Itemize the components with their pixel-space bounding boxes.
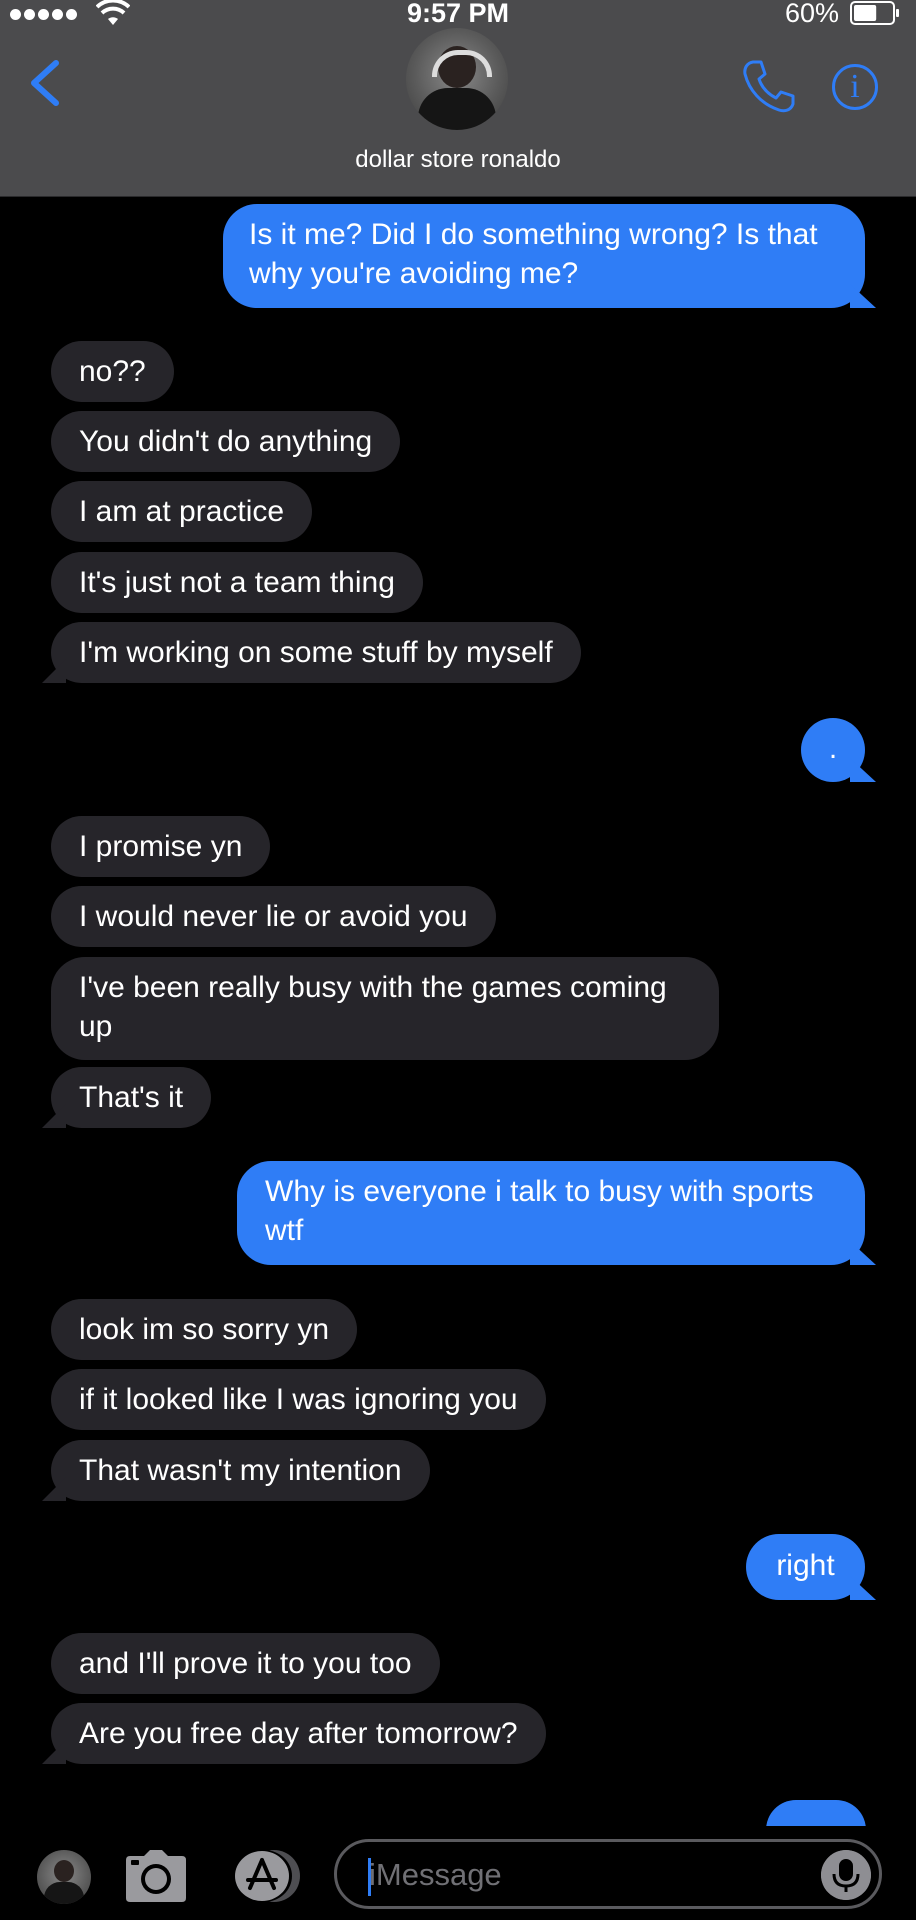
message-text: and I'll prove it to you too [79,1647,412,1680]
contact-name[interactable]: dollar store ronaldo [0,146,916,174]
phone-icon[interactable] [741,58,795,114]
status-bar: 9:57 PM 60% [0,0,916,30]
message-text: Are you free day after tomorrow? [79,1717,518,1750]
message-bubble-received[interactable]: no?? [51,341,174,402]
message-bubble-sent[interactable]: Why is everyone i talk to busy with spor… [237,1161,865,1265]
message-bubble-cropped [766,1800,866,1826]
microphone-icon[interactable] [821,1850,871,1900]
info-icon[interactable]: i [832,64,878,110]
app-store-icon[interactable] [228,1848,302,1904]
message-text: no?? [79,355,146,388]
message-input-container[interactable] [334,1839,882,1909]
message-bubble-received[interactable]: if it looked like I was ignoring you [51,1369,546,1430]
status-time: 9:57 PM [406,0,510,28]
message-list[interactable]: Is it me? Did I do something wrong? Is t… [0,196,916,1826]
message-bubble-received[interactable]: You didn't do anything [51,411,401,472]
message-input[interactable] [367,1850,811,1900]
message-bubble-sent[interactable]: . [801,718,865,782]
message-bubble-received[interactable]: I've been really busy with the games com… [51,957,719,1060]
message-bubble-received[interactable]: That's it [51,1067,212,1128]
message-bubble-received[interactable]: and I'll prove it to you too [51,1633,440,1694]
message-text: Is it me? Did I do something wrong? Is t… [249,218,818,290]
message-bubble-received[interactable]: That wasn't my intention [51,1440,430,1501]
battery-percentage: 60% [784,0,839,28]
message-bubble-received[interactable]: I'm working on some stuff by myself [51,622,581,683]
contact-avatar[interactable] [406,28,508,130]
battery-icon [850,1,899,25]
back-chevron-icon[interactable] [26,55,66,111]
message-bubble-sent[interactable]: Is it me? Did I do something wrong? Is t… [223,204,865,308]
message-text: That wasn't my intention [79,1454,402,1487]
message-text: right [776,1549,835,1582]
message-bubble-received[interactable]: It's just not a team thing [51,552,423,613]
compose-bar [0,1826,916,1920]
camera-icon[interactable] [124,1848,188,1904]
message-text: if it looked like I was ignoring you [79,1383,518,1416]
conversation-header: 9:57 PM 60% dollar store ronaldo i [0,0,916,197]
message-text: I would never lie or avoid you [79,900,468,933]
message-text: I am at practice [79,495,285,528]
message-text: I'm working on some stuff by myself [79,636,553,669]
message-bubble-sent[interactable]: right [746,1534,865,1600]
message-bubble-received[interactable]: I would never lie or avoid you [51,886,496,947]
memoji-avatar-button[interactable] [37,1850,91,1904]
message-text: It's just not a team thing [79,566,395,599]
message-text: . [828,732,838,765]
message-text: Why is everyone i talk to busy with spor… [265,1175,814,1247]
message-bubble-received[interactable]: I am at practice [51,481,313,542]
message-text: I promise yn [79,830,243,863]
message-text: That's it [79,1081,184,1114]
message-text: You didn't do anything [79,425,373,458]
message-bubble-received[interactable]: look im so sorry yn [51,1299,358,1360]
message-bubble-received[interactable]: I promise yn [51,816,271,877]
message-text: I've been really busy with the games com… [79,971,667,1043]
message-bubble-received[interactable]: Are you free day after tomorrow? [51,1703,546,1764]
message-text: look im so sorry yn [79,1313,330,1346]
